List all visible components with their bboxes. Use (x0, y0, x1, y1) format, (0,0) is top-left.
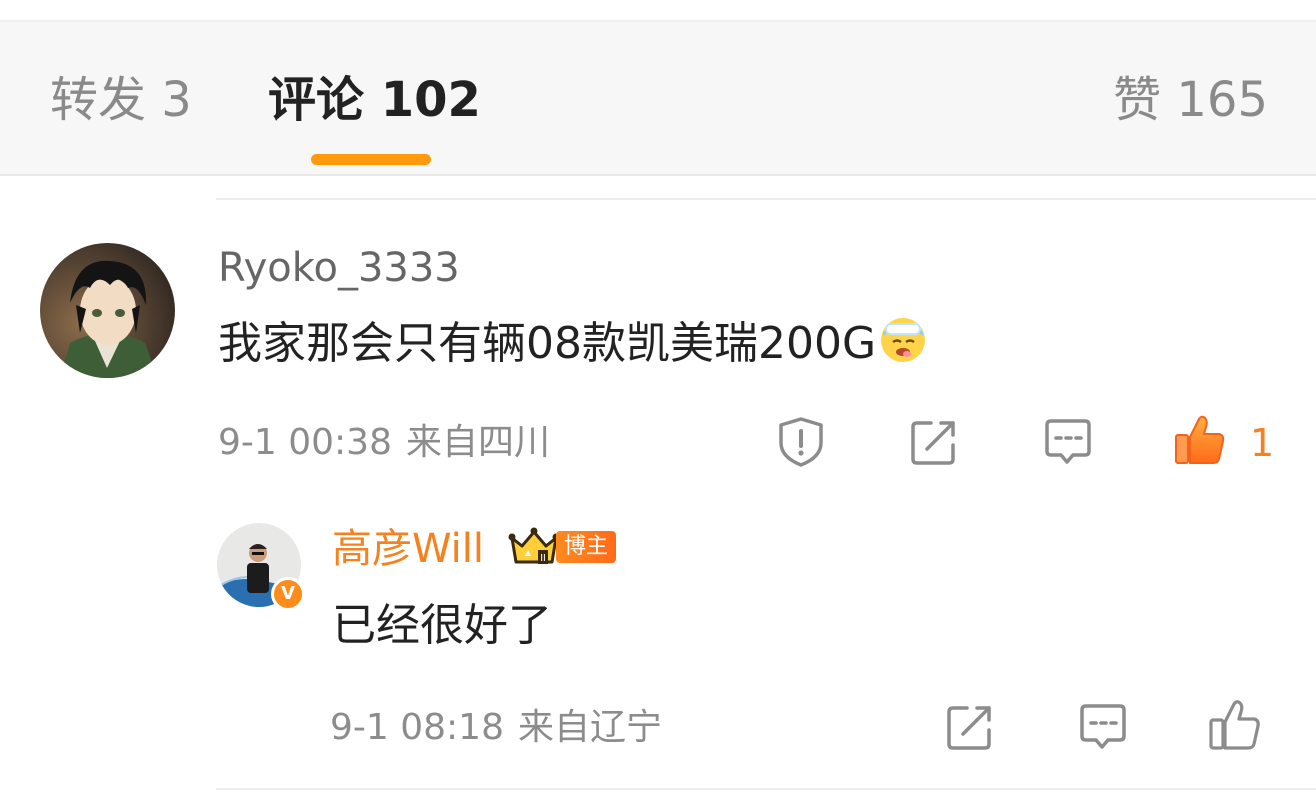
share-icon (911, 421, 955, 465)
comment-time: 9-1 00:38 (218, 422, 392, 463)
share-icon (947, 706, 991, 750)
avatar-image (40, 243, 175, 378)
divider (216, 198, 1316, 200)
tab-comments[interactable]: 评论 102 (268, 70, 481, 130)
reply-icon (1080, 704, 1126, 749)
active-tab-indicator (311, 154, 431, 165)
comment-text-content: 我家那会只有辆08款凯美瑞200G (218, 318, 877, 369)
reply-like-button[interactable] (1207, 697, 1263, 753)
report-button[interactable] (773, 414, 829, 470)
tab-likes[interactable]: 赞 165 (1113, 70, 1268, 130)
reply-username[interactable]: 高彦Will (332, 524, 484, 574)
like-count: 1 (1250, 421, 1275, 465)
svg-text:II: II (540, 553, 546, 564)
tab-repost[interactable]: 转发 3 (50, 70, 192, 130)
thumbs-up-icon (1209, 700, 1260, 750)
share-button[interactable] (906, 414, 962, 470)
reply-meta: 9-1 08:18 来自辽宁 (330, 705, 662, 751)
comment-username[interactable]: Ryoko_3333 (218, 243, 460, 293)
comment-location: 来自四川 (406, 422, 551, 463)
divider (216, 788, 1316, 790)
comment-meta: 9-1 00:38 来自四川 (218, 420, 550, 466)
comment-text: 我家那会只有辆08款凯美瑞200G (218, 314, 928, 372)
report-icon (779, 417, 823, 467)
sick-face-emoji-icon (881, 318, 926, 362)
reply-reply-button[interactable] (1075, 699, 1131, 755)
reply-icon (1045, 419, 1091, 464)
blogger-badge-label: 博主 (556, 531, 617, 563)
like-button[interactable] (1172, 412, 1228, 468)
reply-button[interactable] (1040, 414, 1096, 470)
blogger-badge: II 博主 (508, 526, 617, 568)
crown-icon: II (508, 527, 560, 564)
thumbs-up-icon (1175, 415, 1225, 464)
reply-location: 来自辽宁 (518, 707, 663, 748)
reply-share-button[interactable] (942, 699, 998, 755)
verified-badge: V (271, 577, 305, 611)
avatar[interactable] (40, 243, 175, 378)
reply-avatar[interactable]: V (217, 523, 305, 611)
reply-text: 已经很好了 (332, 600, 552, 651)
tab-bar: 转发 3 评论 102 赞 165 (0, 22, 1316, 176)
reply-time: 9-1 08:18 (330, 707, 504, 748)
